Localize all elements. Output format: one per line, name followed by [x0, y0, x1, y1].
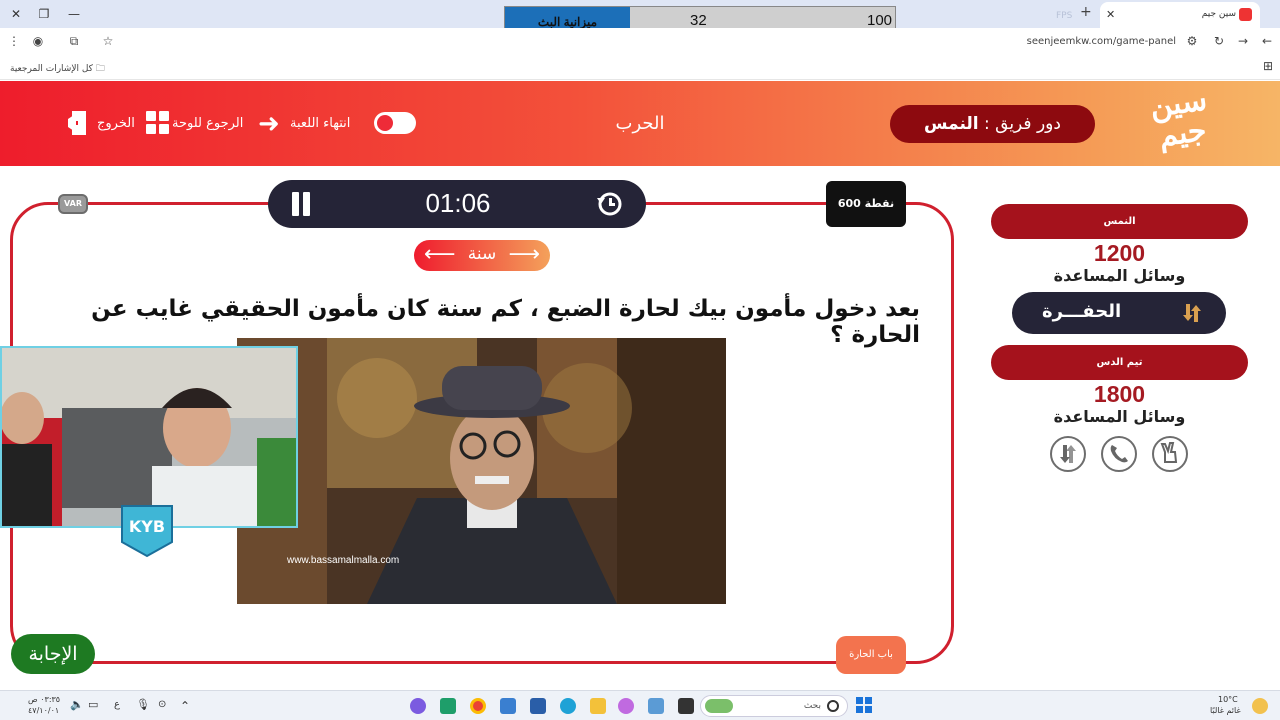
exit-door-icon[interactable]	[68, 109, 92, 137]
window-minimize-icon[interactable]: —	[64, 5, 84, 23]
chrome-icon[interactable]	[470, 698, 486, 714]
window-close-icon[interactable]: ✕	[6, 5, 26, 23]
svg-text:KYB: KYB	[129, 517, 165, 536]
mic-icon[interactable]: 🎙	[136, 698, 150, 711]
weather-icon[interactable]	[1252, 698, 1268, 714]
reload-icon[interactable]: ↻	[1211, 34, 1227, 48]
aid-hole-icon[interactable]	[1050, 436, 1086, 472]
team-1-name: النمس	[991, 204, 1248, 239]
site-favicon-icon	[1239, 8, 1252, 21]
taskbar-search[interactable]: بحث	[700, 695, 848, 717]
search-highlight-icon	[705, 699, 733, 713]
question-image: www.bassamalmalla.com	[237, 338, 726, 604]
pause-icon[interactable]	[290, 192, 312, 216]
window-restore-icon[interactable]: ❐	[34, 5, 54, 23]
file-explorer-icon[interactable]	[590, 698, 606, 714]
tab-title: سين جيم	[1201, 9, 1236, 19]
kyb-badge-icon: KYB	[121, 505, 173, 558]
weather-temp: 10°C	[1218, 695, 1238, 704]
board-grid-icon[interactable]	[146, 111, 170, 135]
team-1-aids-label: وسائل المساعدة	[1053, 266, 1186, 285]
budget-value-b: 100	[867, 12, 893, 29]
swap-arrows-icon	[1183, 304, 1201, 322]
bookmarks-bar: كل الإشارات المرجعية 🗀 ⊞	[0, 56, 1280, 80]
timer-display: 01:06	[425, 188, 491, 218]
menu-kebab-icon[interactable]: ⋮	[6, 34, 22, 48]
arrow-right-icon[interactable]: ⟶	[508, 242, 540, 268]
taskbar-app-icon[interactable]	[648, 698, 664, 714]
search-icon	[827, 700, 839, 712]
url-field[interactable]: seenjeemkw.com/game-panel	[1027, 36, 1176, 47]
clock-date[interactable]: ٤٧/١٠/٠١	[28, 706, 59, 715]
category-title: الحرب	[615, 113, 665, 134]
edge-icon[interactable]	[560, 698, 576, 714]
answer-button[interactable]: الإجابة	[11, 634, 95, 674]
bookmark-star-icon[interactable]: ☆	[100, 34, 116, 48]
apps-grid-icon[interactable]: ⊞	[1260, 59, 1276, 73]
volume-icon[interactable]: 🔈	[70, 698, 84, 711]
profile-avatar-icon[interactable]: ◉	[30, 34, 46, 48]
reset-timer-icon[interactable]	[596, 190, 624, 218]
mail-icon[interactable]	[500, 698, 516, 714]
image-watermark: www.bassamalmalla.com	[287, 555, 400, 566]
all-bookmarks-link[interactable]: كل الإشارات المرجعية 🗀	[10, 61, 105, 77]
tray-chevron-icon[interactable]: ⌃	[180, 699, 190, 713]
display-icon[interactable]: ▭	[88, 698, 98, 711]
back-icon[interactable]: ←	[1259, 34, 1275, 48]
aid-two-answers-icon[interactable]	[1152, 436, 1188, 472]
end-game-button[interactable]: انتهاء اللعبة	[290, 111, 350, 137]
windows-start-icon[interactable]	[856, 697, 872, 713]
taskbar-app-icon[interactable]	[678, 698, 694, 714]
lang-indicator[interactable]: ع	[114, 699, 120, 710]
network-icon[interactable]: ⊙	[158, 699, 166, 710]
weather-desc: غائم غالبًا	[1210, 706, 1241, 715]
taskbar-app-icon[interactable]	[440, 698, 456, 714]
tab-close-icon[interactable]: ✕	[1106, 8, 1115, 21]
aid-hole-button[interactable]: الحفـــرة	[1012, 292, 1226, 334]
aid-call-friend-icon[interactable]	[1101, 436, 1137, 472]
var-badge[interactable]: VAR	[58, 194, 88, 214]
discord-icon[interactable]	[410, 698, 426, 714]
copilot-icon[interactable]	[618, 698, 634, 714]
os-taskbar: 10°C غائم غالبًا بحث ⌃ ⊙ 🎙 ع ▭ 🔈 ٠٣:٣٥ ص…	[0, 690, 1280, 720]
game-header: سين جيم دور فريق : النمس الحرب انتهاء ال…	[0, 81, 1280, 166]
source-tag[interactable]: باب الحارة	[836, 636, 906, 674]
back-to-board-button[interactable]: الرجوع للوحة	[172, 111, 243, 137]
fps-label: FPS	[1056, 11, 1073, 21]
extensions-icon[interactable]: ⧉	[66, 34, 82, 49]
exit-button[interactable]: الخروج	[97, 111, 135, 137]
seenjeem-logo: سين جيم	[1147, 82, 1210, 155]
category-pill: ⟵ سنة ⟶	[414, 240, 550, 271]
points-badge: 600 نقطة	[826, 181, 906, 227]
new-tab-icon[interactable]: +	[1080, 4, 1092, 20]
end-game-toggle[interactable]	[374, 112, 416, 134]
address-bar: ⋮ ◉ ⧉ ☆ seenjeemkw.com/game-panel ⚙ ↻ → …	[0, 28, 1280, 56]
team-2-score: 1800	[1093, 381, 1146, 407]
forward-icon[interactable]: →	[1235, 34, 1251, 48]
arrow-right-icon[interactable]: ➜	[258, 111, 288, 137]
team-2-aids-label: وسائل المساعدة	[1053, 407, 1186, 426]
toggle-knob-icon	[377, 115, 393, 131]
turn-indicator: دور فريق : النمس	[890, 105, 1095, 143]
team-2-name: تيم الدس	[991, 345, 1248, 380]
site-settings-icon[interactable]: ⚙	[1184, 34, 1200, 48]
clock-time[interactable]: ٠٣:٣٥ ص	[28, 695, 60, 704]
team-1-score: 1200	[1093, 240, 1146, 266]
browser-tab[interactable]: ✕ سين جيم	[1100, 2, 1260, 28]
store-icon[interactable]	[530, 698, 546, 714]
budget-value-a: 32	[690, 12, 707, 29]
timer-bar: 01:06	[268, 180, 646, 228]
